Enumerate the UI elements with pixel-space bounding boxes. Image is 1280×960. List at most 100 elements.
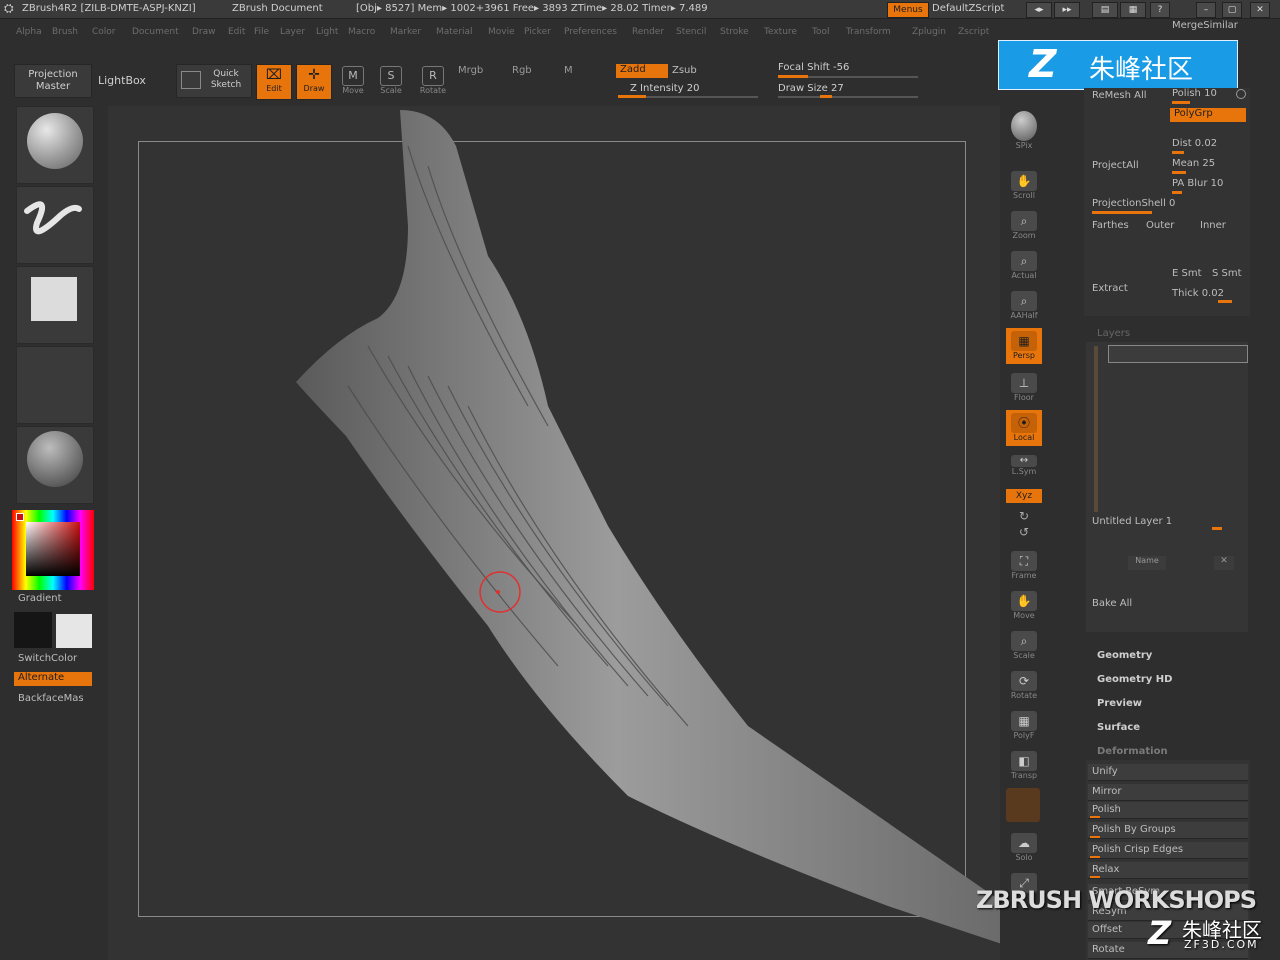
untitled-layer-label[interactable]: Untitled Layer 1 — [1092, 516, 1172, 527]
move-button[interactable]: M Move — [338, 64, 368, 100]
lightbox-button[interactable]: LightBox — [98, 74, 146, 87]
projection-shell-slider[interactable]: ProjectionShell 0 — [1092, 198, 1175, 209]
layers-scrollbar[interactable] — [1094, 346, 1098, 512]
outer-button[interactable]: Outer — [1146, 220, 1174, 231]
persp-button[interactable]: ▦ Persp — [1006, 328, 1042, 364]
alternate-button[interactable]: Alternate — [14, 672, 92, 686]
quick-sketch-button[interactable]: Quick Sketch — [176, 64, 252, 98]
rotate-button[interactable]: R Rotate — [418, 64, 448, 100]
menu-draw[interactable]: Draw — [192, 27, 216, 37]
alpha-thumbnail[interactable] — [16, 266, 94, 344]
project-all-button[interactable]: ProjectAll — [1092, 160, 1139, 171]
surface-menu[interactable]: Surface — [1097, 722, 1140, 733]
menu-stencil[interactable]: Stencil — [676, 27, 706, 37]
menu-picker[interactable]: Picker — [524, 27, 551, 37]
material-thumbnail[interactable] — [16, 426, 94, 504]
thick-slider[interactable]: Thick 0.02 — [1172, 288, 1224, 299]
polish-slider[interactable]: Polish 10 — [1172, 88, 1217, 99]
scale-view-button[interactable]: ⌕ Scale — [1006, 628, 1042, 664]
menu-layer[interactable]: Layer — [280, 27, 305, 37]
edit-button[interactable]: ⌧ Edit — [256, 64, 292, 100]
farthest-button[interactable]: Farthes — [1092, 220, 1129, 231]
menu-file[interactable]: File — [254, 27, 269, 37]
color-picker-square[interactable] — [26, 522, 80, 576]
secondary-color-swatch[interactable] — [56, 614, 92, 648]
backface-mask-button[interactable]: BackfaceMas — [18, 693, 84, 704]
menu-zscript[interactable]: Zscript — [958, 27, 989, 37]
z-intensity-slider[interactable]: Z Intensity 20 — [630, 83, 699, 94]
s-smt-slider[interactable]: S Smt — [1212, 268, 1242, 279]
title-btn-1[interactable]: ◂▸ — [1026, 2, 1052, 18]
stroke-thumbnail[interactable] — [16, 186, 94, 264]
preview-menu[interactable]: Preview — [1097, 698, 1142, 709]
dist-slider[interactable]: Dist 0.02 — [1172, 138, 1217, 149]
polyf-button[interactable]: ▦ PolyF — [1006, 708, 1042, 744]
layers-header[interactable]: Layers — [1097, 328, 1130, 339]
minimize-icon[interactable]: – — [1196, 2, 1216, 18]
relax-slider[interactable]: Relax — [1088, 862, 1248, 879]
inner-button[interactable]: Inner — [1200, 220, 1226, 231]
zadd-button[interactable]: Zadd — [616, 64, 668, 78]
e-smt-slider[interactable]: E Smt — [1172, 268, 1202, 279]
menus-button[interactable]: Menus — [887, 2, 929, 18]
bake-all-button[interactable]: Bake All — [1092, 598, 1132, 609]
menu-stroke[interactable]: Stroke — [720, 27, 749, 37]
texture-thumbnail[interactable] — [16, 346, 94, 424]
xyz-button[interactable]: Xyz — [1006, 489, 1042, 503]
transp-button[interactable]: ◧ Transp — [1006, 748, 1042, 784]
mean-slider[interactable]: Mean 25 — [1172, 158, 1215, 169]
menu-texture[interactable]: Texture — [764, 27, 797, 37]
pa-blur-slider[interactable]: PA Blur 10 — [1172, 178, 1223, 189]
draw-size-slider[interactable]: Draw Size 27 — [778, 83, 844, 94]
actual-button[interactable]: ⌕ Actual — [1006, 248, 1042, 284]
solo-button[interactable]: ☁ Solo — [1006, 830, 1042, 866]
draw-button[interactable]: ✛ Draw — [296, 64, 332, 100]
geometry-menu[interactable]: Geometry — [1097, 650, 1152, 661]
rotate-axis-icons[interactable]: ↻ ↺ — [1006, 508, 1042, 542]
geometry-hd-menu[interactable]: Geometry HD — [1097, 674, 1172, 685]
mrgb-button[interactable]: Mrgb — [458, 65, 483, 76]
menu-color[interactable]: Color — [92, 27, 116, 37]
menu-transform[interactable]: Transform — [846, 27, 891, 37]
polygrp-button[interactable]: PolyGrp — [1170, 108, 1246, 122]
close-icon[interactable]: ✕ — [1250, 2, 1270, 18]
floor-button[interactable]: ⊥ Floor — [1006, 370, 1042, 406]
local-button[interactable]: ⦿ Local — [1006, 410, 1042, 446]
polish-crisp-edges-slider[interactable]: Polish Crisp Edges — [1088, 842, 1248, 859]
lsym-button[interactable]: ↔ L.Sym — [1006, 452, 1042, 480]
layer-slot-selected[interactable] — [1108, 345, 1248, 363]
scroll-button[interactable]: ✋ Scroll — [1006, 168, 1042, 204]
menu-zplugin[interactable]: Zplugin — [912, 27, 946, 37]
aahalf-button[interactable]: ⌕ AAHalf — [1006, 288, 1042, 324]
menu-tool[interactable]: Tool — [812, 27, 829, 37]
help-icon[interactable]: ? — [1150, 2, 1170, 18]
sculpt-arm-model[interactable] — [108, 106, 1000, 960]
extract-button[interactable]: Extract — [1092, 283, 1128, 294]
move-view-button[interactable]: ✋ Move — [1006, 588, 1042, 624]
switch-color-button[interactable]: SwitchColor — [18, 653, 77, 664]
default-zscript[interactable]: DefaultZScript — [932, 3, 1004, 14]
menu-marker[interactable]: Marker — [390, 27, 421, 37]
menu-brush[interactable]: Brush — [52, 27, 78, 37]
brush-thumbnail[interactable] — [16, 106, 94, 184]
rotate-view-button[interactable]: ⟳ Rotate — [1006, 668, 1042, 704]
remesh-all-button[interactable]: ReMesh All — [1092, 90, 1147, 101]
menu-light[interactable]: Light — [316, 27, 338, 37]
projection-master-button[interactable]: Projection Master — [14, 64, 92, 98]
deformation-menu[interactable]: Deformation — [1097, 746, 1168, 757]
ghost-button[interactable] — [1006, 788, 1040, 822]
m-button[interactable]: M — [564, 65, 573, 76]
primary-color-swatch[interactable] — [14, 612, 52, 648]
menu-macro[interactable]: Macro — [348, 27, 375, 37]
menu-document[interactable]: Document — [132, 27, 179, 37]
polish-deform-slider[interactable]: Polish — [1088, 802, 1248, 819]
spix-button[interactable]: SPix — [1006, 108, 1042, 160]
mirror-button[interactable]: Mirror — [1088, 784, 1248, 801]
layer-name-button[interactable]: Name — [1128, 556, 1166, 570]
polish-toggle-icon[interactable] — [1236, 89, 1246, 99]
unify-button[interactable]: Unify — [1088, 764, 1248, 781]
polish-by-groups-slider[interactable]: Polish By Groups — [1088, 822, 1248, 839]
menu-edit[interactable]: Edit — [228, 27, 245, 37]
menu-movie[interactable]: Movie — [488, 27, 515, 37]
focal-shift-slider[interactable]: Focal Shift -56 — [778, 62, 849, 73]
